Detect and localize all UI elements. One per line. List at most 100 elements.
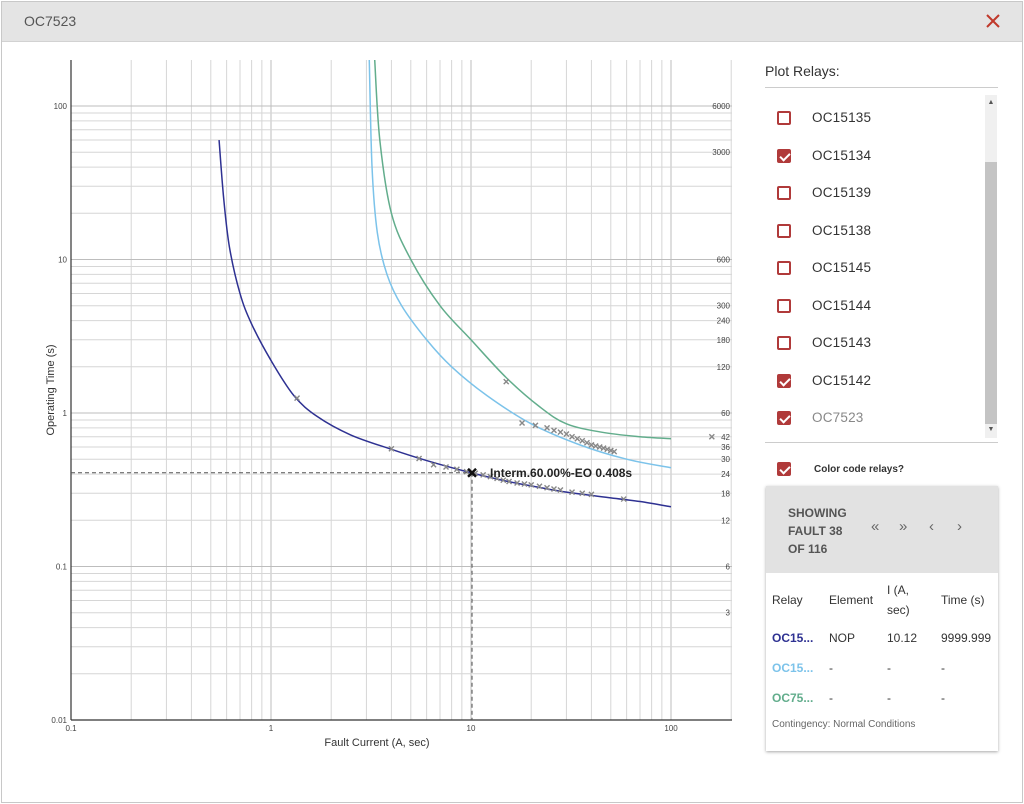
relay-label: OC15135: [812, 110, 872, 125]
right-tick-label: 24: [721, 470, 730, 479]
right-tick-label: 6: [726, 563, 731, 572]
relay-item[interactable]: OC15139: [765, 179, 980, 209]
y-tick-label: 100: [54, 102, 68, 111]
right-tick-label: 300: [717, 302, 731, 311]
x-tick-label: 10: [467, 724, 476, 733]
tcc-chart-svg[interactable]: 0.1 1 10 1001001010.10.01600030006003002401…: [2, 42, 752, 762]
relay-item[interactable]: OC7523: [765, 404, 980, 434]
relay-checkbox[interactable]: [777, 298, 791, 313]
fault-line-1: SHOWING: [788, 506, 847, 520]
right-tick-label: 36: [721, 443, 730, 452]
prev-fault-button[interactable]: ‹: [929, 518, 934, 535]
y-tick-label: 0.1: [56, 563, 68, 572]
relay-item[interactable]: OC15142: [765, 367, 980, 397]
relay-item[interactable]: OC15143: [765, 329, 980, 359]
x-tick-label: 100: [664, 724, 678, 733]
tcc-chart[interactable]: 0.1 1 10 100 100 10 1 0.1 0.01 6000 3000 600 300 240 1…: [2, 42, 752, 762]
relay-checkbox[interactable]: [777, 261, 791, 275]
relay-checkbox[interactable]: [777, 148, 791, 163]
col-relay-header: Relay: [772, 593, 803, 607]
cell-element: -: [829, 691, 833, 705]
cell-relay[interactable]: OC75...: [772, 691, 813, 705]
fault-counter: SHOWING FAULT 38 OF 116: [788, 504, 858, 558]
scroll-up-icon[interactable]: ▲: [985, 97, 997, 109]
relay-checkbox[interactable]: [777, 411, 791, 425]
plot-relays-title: Plot Relays:: [765, 63, 840, 79]
first-fault-button[interactable]: «: [871, 518, 879, 535]
relay-item[interactable]: OC15138: [765, 217, 980, 247]
x-tick-label: 1: [269, 724, 274, 733]
scrollbar-thumb[interactable]: [985, 162, 997, 424]
last-fault-button[interactable]: »: [899, 518, 907, 535]
relay-label: OC15142: [812, 372, 872, 388]
y-tick-label: 0.01: [51, 716, 67, 725]
relay-checkbox[interactable]: [777, 186, 791, 200]
x-tick-label: 0.1: [65, 724, 77, 733]
scroll-down-icon[interactable]: ▼: [985, 424, 997, 436]
next-fault-button[interactable]: ›: [957, 518, 962, 535]
relay-label: OC15144: [812, 297, 872, 313]
right-tick-label: 12: [721, 516, 730, 525]
relay-checkbox[interactable]: [777, 223, 791, 238]
right-tick-label: 600: [717, 256, 731, 265]
y-axis-title: Operating Time (s): [45, 344, 57, 435]
cell-time: 9999.999: [941, 631, 992, 645]
right-tick-label: 3000: [712, 148, 730, 157]
color-code-toggle[interactable]: Color code relays?: [765, 459, 998, 483]
relay-label: OC15145: [812, 260, 872, 275]
cell-element: -: [829, 661, 833, 675]
cell-relay[interactable]: OC15...: [772, 631, 813, 645]
plot-area: [71, 60, 732, 720]
relay-checkbox[interactable]: [777, 111, 791, 125]
cell-current: 10.12: [887, 631, 918, 645]
dialog-title: OC7523: [24, 13, 77, 29]
fault-line-2: FAULT 38: [788, 524, 843, 538]
right-tick-label: 30: [721, 455, 730, 464]
relay-list[interactable]: OC15135 OC15134 OC15139 OC15138 OC15145 OC151…: [765, 98, 985, 438]
relay-label: OC15139: [812, 185, 872, 200]
fault-header: SHOWING FAULT 38 OF 116 « » ‹ ›: [766, 486, 998, 573]
cell-element: NOP: [829, 631, 856, 645]
right-tick-label: 240: [717, 317, 731, 326]
fault-line-3: OF 116: [788, 542, 828, 556]
relay-label: OC7523: [812, 410, 864, 425]
right-tick-label: 120: [717, 363, 731, 372]
col-current-header-2: sec): [887, 603, 910, 617]
relay-checkbox[interactable]: [777, 373, 791, 388]
cell-current: -: [887, 691, 891, 705]
relay-item[interactable]: OC15135: [765, 104, 980, 134]
right-tick-label: 42: [721, 433, 730, 442]
right-tick-label: 6000: [712, 102, 730, 111]
relay-item[interactable]: OC15145: [765, 254, 980, 284]
right-tick-label: 180: [717, 336, 731, 345]
relay-label: OC15143: [812, 335, 872, 350]
contingency-text: Contingency: Normal Conditions: [772, 719, 916, 730]
right-tick-label: 3: [726, 609, 731, 618]
divider: [765, 442, 998, 443]
cell-time: -: [941, 661, 945, 675]
right-tick-label: 60: [721, 409, 730, 418]
col-current-header: I (A,: [887, 583, 910, 597]
relay-item[interactable]: OC15144: [765, 292, 980, 322]
y-tick-label: 1: [63, 409, 68, 418]
fault-card: SHOWING FAULT 38 OF 116 « » ‹ › Relay El…: [766, 486, 998, 751]
relay-dialog: OC7523 0.1 1 10 100 100 10 1 0.1 0.01 6000 3000 600…: [1, 1, 1023, 803]
x-axis-title: Fault Current (A, sec): [324, 737, 429, 749]
col-time-header: Time (s): [941, 593, 985, 607]
col-element-header: Element: [829, 593, 874, 607]
title-bar: OC7523: [2, 2, 1022, 42]
cell-time: -: [941, 691, 945, 705]
right-tick-label: 18: [721, 489, 730, 498]
relay-checkbox[interactable]: [777, 336, 791, 350]
close-icon[interactable]: [982, 10, 1004, 32]
cell-relay[interactable]: OC15...: [772, 661, 813, 675]
color-code-checkbox[interactable]: [777, 462, 791, 476]
sidebar: Plot Relays: OC15135 OC15134 OC15139 OC1513…: [765, 42, 998, 762]
highlight-label: Interm.60.00%-EO 0.408s: [490, 466, 632, 480]
divider: [765, 87, 998, 88]
color-code-label: Color code relays?: [814, 464, 905, 475]
relay-item[interactable]: OC15134: [765, 142, 980, 172]
y-tick-label: 10: [58, 256, 67, 265]
relay-label: OC15138: [812, 222, 872, 238]
cell-current: -: [887, 661, 891, 675]
